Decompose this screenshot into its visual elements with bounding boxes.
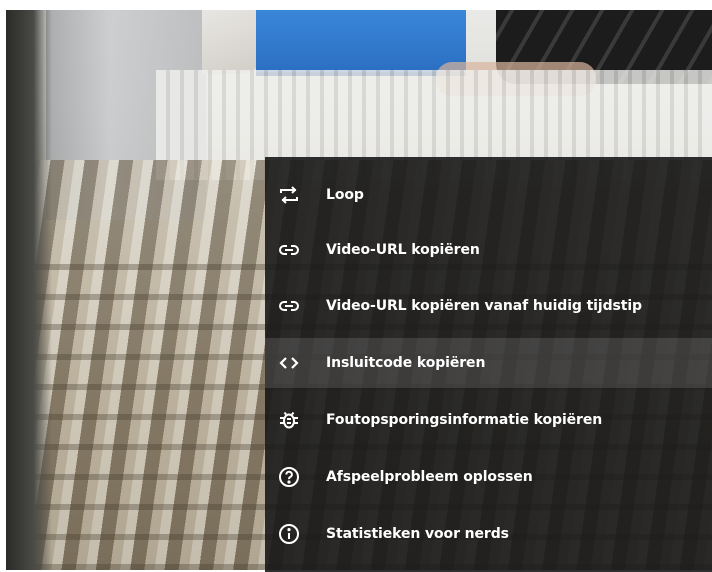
bug-icon	[277, 408, 301, 432]
help-circle-icon	[277, 465, 301, 489]
menu-item-label: Loop	[326, 187, 364, 203]
video-scene-left-edge	[6, 10, 52, 570]
menu-item-label: Statistieken voor nerds	[326, 526, 509, 542]
menu-item-copy-embed-code[interactable]: Insluitcode kopiëren	[265, 338, 712, 388]
menu-item-label: Insluitcode kopiëren	[326, 355, 486, 371]
link-icon	[277, 294, 301, 318]
menu-item-troubleshoot-playback[interactable]: Afspeelprobleem oplossen	[265, 452, 712, 502]
menu-item-label: Video-URL kopiëren vanaf huidig tijdstip	[326, 298, 642, 314]
loop-icon	[277, 183, 301, 207]
menu-item-stats-for-nerds[interactable]: Statistieken voor nerds	[265, 509, 712, 559]
menu-item-copy-video-url[interactable]: Video-URL kopiëren	[265, 225, 712, 275]
context-menu: Loop Video-URL kopiëren Video-URL kopiër…	[265, 157, 712, 572]
screenshot-stage: Loop Video-URL kopiëren Video-URL kopiër…	[0, 0, 712, 572]
menu-item-loop[interactable]: Loop	[265, 170, 712, 220]
video-scene-blue-bin	[256, 10, 466, 76]
menu-item-label: Video-URL kopiëren	[326, 242, 480, 258]
embed-code-icon	[277, 351, 301, 375]
link-icon	[277, 238, 301, 262]
menu-item-label: Foutopsporingsinformatie kopiëren	[326, 412, 603, 428]
info-circle-icon	[277, 522, 301, 546]
menu-item-copy-debug-info[interactable]: Foutopsporingsinformatie kopiëren	[265, 395, 712, 445]
menu-item-copy-video-url-at-time[interactable]: Video-URL kopiëren vanaf huidig tijdstip	[265, 281, 712, 331]
menu-item-label: Afspeelprobleem oplossen	[326, 469, 533, 485]
